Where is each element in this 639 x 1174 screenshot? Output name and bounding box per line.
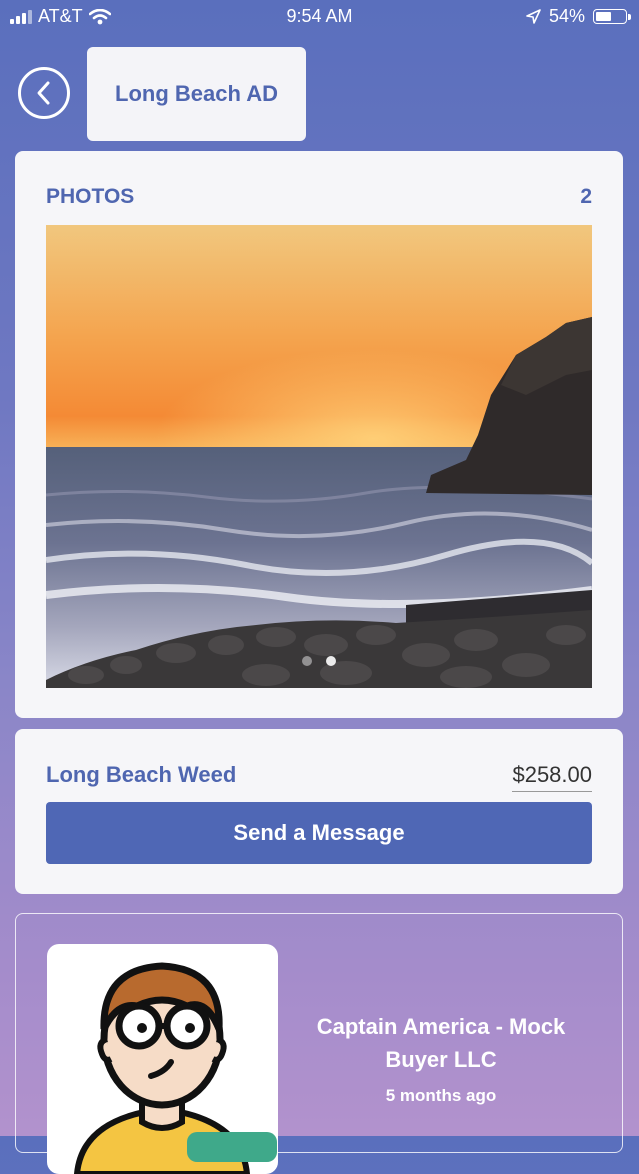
carousel-dot[interactable] xyxy=(302,656,312,666)
battery-icon xyxy=(593,9,631,24)
sunset-photo xyxy=(46,225,592,688)
seller-name: Captain America - Mock Buyer LLC xyxy=(316,1014,566,1072)
back-button[interactable] xyxy=(18,67,70,119)
avatar-illustration xyxy=(73,962,277,1174)
carousel-dots xyxy=(46,656,592,666)
listing-name: Long Beach Weed xyxy=(46,762,237,787)
location-arrow-icon xyxy=(526,9,541,24)
avatar xyxy=(47,944,278,1174)
page-title: Long Beach AD xyxy=(87,47,306,141)
photos-heading: PHOTOS xyxy=(46,185,135,208)
photos-header: PHOTOS 2 xyxy=(46,185,592,209)
chevron-left-icon xyxy=(37,81,50,105)
seller-time: 5 months ago xyxy=(385,1086,497,1105)
battery-percent: 54% xyxy=(548,6,585,26)
listing-card: Long Beach Weed $258.00 Send a Message xyxy=(15,729,623,894)
seller-card[interactable]: Captain America - Mock Buyer LLC 5 month… xyxy=(15,913,623,1174)
status-bar: AT&T 9:54 AM 54% xyxy=(0,0,639,34)
photos-count: 2 xyxy=(580,185,592,208)
photos-card: PHOTOS 2 xyxy=(15,151,623,718)
listing-price: $258.00 xyxy=(512,762,592,792)
photo-carousel[interactable] xyxy=(46,225,592,688)
status-right: 54% xyxy=(526,6,631,27)
carousel-dot-active[interactable] xyxy=(326,656,336,666)
send-message-button[interactable]: Send a Message xyxy=(46,802,592,864)
